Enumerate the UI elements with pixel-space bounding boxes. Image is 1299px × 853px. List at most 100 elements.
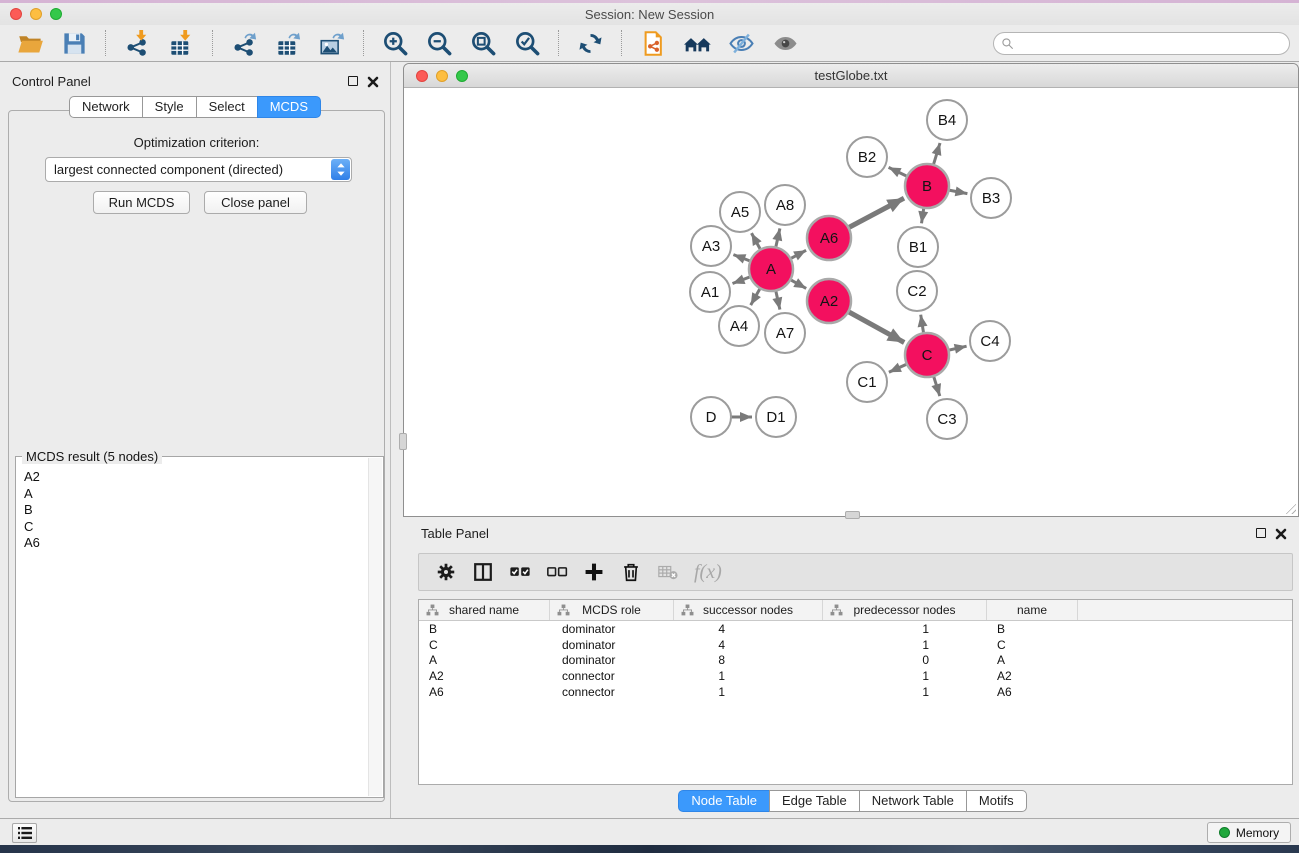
graph-node-B2[interactable]: B2	[847, 137, 887, 177]
result-item-a6[interactable]: A6	[24, 535, 368, 552]
table-row-a6[interactable]: A6connector11A6	[419, 684, 1292, 700]
cell-name: C	[987, 638, 1078, 652]
delete-column-icon	[620, 561, 642, 583]
eye-hidden-button[interactable]	[719, 27, 763, 59]
add-column-button[interactable]	[575, 557, 612, 587]
graph-node-C4[interactable]: C4	[970, 321, 1010, 361]
tab-style[interactable]: Style	[142, 96, 197, 118]
close-table-panel-icon[interactable]	[1275, 527, 1287, 539]
import-network-button[interactable]	[115, 27, 159, 59]
graph-node-B1[interactable]: B1	[898, 227, 938, 267]
search-box[interactable]	[993, 32, 1290, 55]
table-tab-edge-table[interactable]: Edge Table	[769, 790, 860, 812]
float-panel-icon[interactable]	[348, 76, 358, 86]
graph-node-A[interactable]: A	[749, 247, 793, 291]
table-tab-node-table[interactable]: Node Table	[678, 790, 770, 812]
vertical-splitter-handle[interactable]	[399, 433, 407, 450]
run-mcds-button[interactable]: Run MCDS	[93, 191, 190, 214]
deselect-all-checkboxes-button[interactable]	[538, 557, 575, 587]
mcds-result-list: A2ABCA6	[17, 458, 368, 796]
refresh-layout-button[interactable]	[568, 27, 612, 59]
graph-node-D[interactable]: D	[691, 397, 731, 437]
eye-visible-button[interactable]	[763, 27, 807, 59]
tab-network[interactable]: Network	[69, 96, 143, 118]
svg-text:A8: A8	[776, 197, 794, 214]
graph-node-A8[interactable]: A8	[765, 185, 805, 225]
import-table-button[interactable]	[159, 27, 203, 59]
zoom-fit-button[interactable]	[461, 27, 505, 59]
save-session-button[interactable]	[52, 27, 96, 59]
memory-label: Memory	[1236, 826, 1279, 840]
table-row-a2[interactable]: A2connector11A2	[419, 668, 1292, 684]
horizontal-splitter-handle[interactable]	[845, 511, 860, 519]
search-input[interactable]	[1014, 34, 1289, 53]
close-panel-icon[interactable]	[367, 75, 379, 87]
cell-predecessor-nodes: 0	[823, 653, 987, 667]
graph-node-C2[interactable]: C2	[897, 271, 937, 311]
network-graph[interactable]: B4 B2 B B3 A8 A5 A6 A3 B1 A A1 C2 A2 A4A7 C4 C C1 C3 D D1	[404, 88, 1298, 516]
graph-node-C3[interactable]: C3	[927, 399, 967, 439]
graph-node-B4[interactable]: B4	[927, 100, 967, 140]
result-item-a2[interactable]: A2	[24, 469, 368, 486]
graph-node-A7[interactable]: A7	[765, 313, 805, 353]
graph-node-B3[interactable]: B3	[971, 178, 1011, 218]
column-header-predecessor-nodes[interactable]: predecessor nodes	[823, 600, 987, 620]
control-panel-header: Control Panel	[0, 68, 390, 94]
graph-node-A2[interactable]: A2	[807, 279, 851, 323]
result-item-b[interactable]: B	[24, 502, 368, 519]
table-tab-motifs[interactable]: Motifs	[966, 790, 1027, 812]
result-scrollbar[interactable]	[368, 458, 382, 796]
delete-column-button[interactable]	[612, 557, 649, 587]
task-history-button[interactable]	[12, 823, 37, 843]
export-network-icon	[231, 30, 258, 57]
column-header-name[interactable]: name	[987, 600, 1078, 620]
split-columns-button[interactable]	[464, 557, 501, 587]
graph-node-A3[interactable]: A3	[691, 226, 731, 266]
close-panel-button[interactable]: Close panel	[204, 191, 307, 214]
export-image-button[interactable]	[310, 27, 354, 59]
graph-node-C1[interactable]: C1	[847, 362, 887, 402]
zoom-selected-button[interactable]	[505, 27, 549, 59]
cell-successor-nodes: 4	[674, 622, 823, 636]
table-tab-network-table[interactable]: Network Table	[859, 790, 967, 812]
memory-button[interactable]: Memory	[1207, 822, 1291, 843]
column-header-successor-nodes[interactable]: successor nodes	[674, 600, 823, 620]
home-networks-button[interactable]	[675, 27, 719, 59]
graph-node-A5[interactable]: A5	[720, 192, 760, 232]
graph-node-D1[interactable]: D1	[756, 397, 796, 437]
export-table-button[interactable]	[266, 27, 310, 59]
column-header-shared-name[interactable]: shared name	[419, 600, 550, 620]
settings-gear-button[interactable]	[427, 557, 464, 587]
svg-text:B1: B1	[909, 239, 927, 256]
zoom-in-button[interactable]	[373, 27, 417, 59]
tab-select[interactable]: Select	[196, 96, 258, 118]
result-item-c[interactable]: C	[24, 519, 368, 536]
float-table-panel-icon[interactable]	[1256, 528, 1266, 538]
open-folder-button[interactable]	[8, 27, 52, 59]
export-network-button[interactable]	[222, 27, 266, 59]
graph-node-C[interactable]: C	[905, 333, 949, 377]
graph-node-A4[interactable]: A4	[719, 306, 759, 346]
table-row-b[interactable]: Bdominator41B	[419, 621, 1292, 637]
column-header-MCDS-role[interactable]: MCDS role	[550, 600, 674, 620]
table-row-a[interactable]: Adominator80A	[419, 653, 1292, 669]
toolbar-separator	[621, 30, 622, 56]
network-canvas[interactable]: B4 B2 B B3 A8 A5 A6 A3 B1 A A1 C2 A2 A4A7 C4 C C1 C3 D D1	[404, 88, 1298, 516]
home-networks-icon	[684, 30, 711, 57]
graph-node-B[interactable]: B	[905, 164, 949, 208]
graph-node-A1[interactable]: A1	[690, 272, 730, 312]
svg-text:A5: A5	[731, 204, 749, 221]
table-row-c[interactable]: Cdominator41C	[419, 637, 1292, 653]
cell-MCDS-role: connector	[550, 669, 674, 683]
criterion-dropdown[interactable]: largest connected component (directed)	[45, 157, 352, 182]
select-all-checkboxes-button[interactable]	[501, 557, 538, 587]
document-network-button[interactable]	[631, 27, 675, 59]
open-folder-icon	[17, 30, 44, 57]
delete-table-button[interactable]	[649, 557, 686, 587]
tab-mcds[interactable]: MCDS	[257, 96, 321, 118]
zoom-out-button[interactable]	[417, 27, 461, 59]
cell-MCDS-role: connector	[550, 685, 674, 699]
result-item-a[interactable]: A	[24, 486, 368, 503]
graph-node-A6[interactable]: A6	[807, 216, 851, 260]
function-builder-button[interactable]: f(x)	[694, 561, 722, 584]
